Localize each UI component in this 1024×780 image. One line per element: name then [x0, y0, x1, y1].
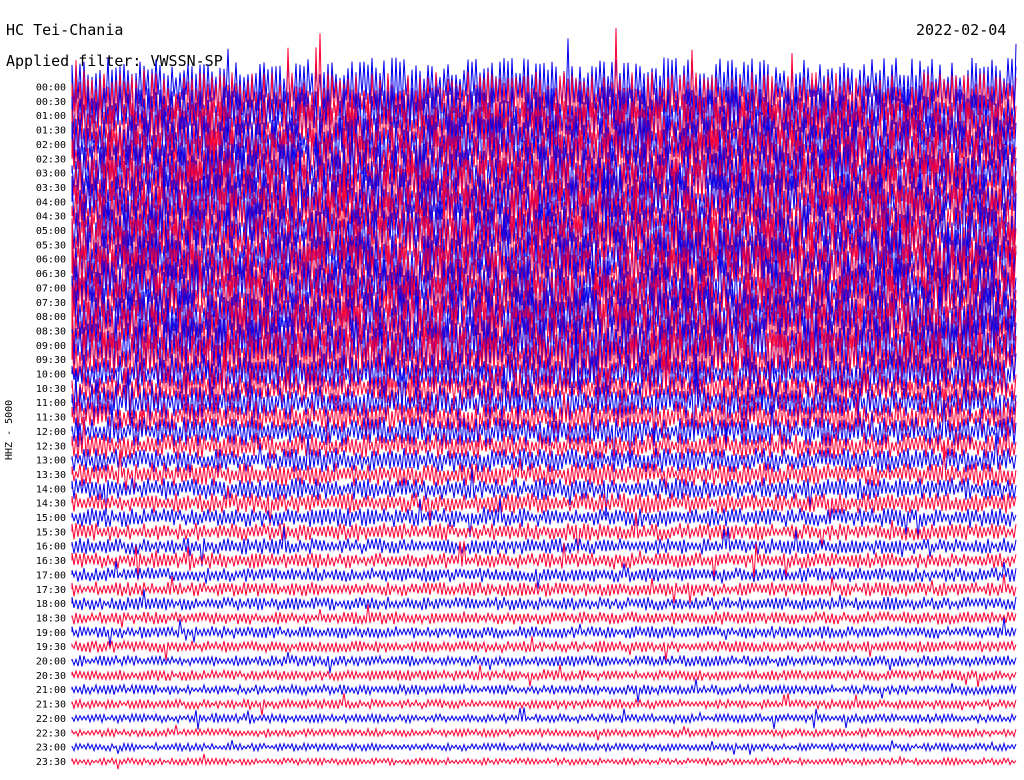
time-label: 15:30 [36, 527, 66, 538]
time-label: 19:30 [36, 642, 66, 653]
time-label: 00:00 [36, 83, 66, 94]
time-label: 17:30 [36, 585, 66, 596]
time-label: 21:00 [36, 685, 66, 696]
time-label: 14:30 [36, 499, 66, 510]
time-label: 06:00 [36, 255, 66, 266]
time-label: 04:30 [36, 212, 66, 223]
time-label: 03:00 [36, 169, 66, 180]
time-label: 18:30 [36, 613, 66, 624]
time-label: 12:30 [36, 441, 66, 452]
time-label: 16:30 [36, 556, 66, 567]
time-label: 22:00 [36, 714, 66, 725]
time-label: 18:00 [36, 599, 66, 610]
time-label: 16:00 [36, 542, 66, 553]
time-label: 13:00 [36, 456, 66, 467]
time-label: 05:30 [36, 240, 66, 251]
trace-line-1930 [71, 635, 1017, 661]
time-label: 15:00 [36, 513, 66, 524]
time-label: 20:30 [36, 671, 66, 682]
time-label: 00:30 [36, 97, 66, 108]
time-label: 19:00 [36, 628, 66, 639]
time-label: 04:00 [36, 197, 66, 208]
time-label-group: 00:00 00:30 01:00 01:30 02:00 02:30 03:00 03:30… [36, 83, 66, 768]
time-label: 11:30 [36, 413, 66, 424]
trace-line-2130 [71, 692, 1017, 716]
time-label: 23:00 [36, 743, 66, 754]
time-label: 05:00 [36, 226, 66, 237]
time-label: 03:30 [36, 183, 66, 194]
time-label: 23:30 [36, 757, 66, 768]
time-label: 02:00 [36, 140, 66, 151]
time-label: 10:30 [36, 384, 66, 395]
time-label: 22:30 [36, 728, 66, 739]
helicorder-plot: 00:00 00:30 01:00 01:30 02:00 02:30 03:00 03:30… [36, 27, 1017, 770]
time-label: 01:30 [36, 126, 66, 137]
time-label: 21:30 [36, 700, 66, 711]
time-label: 01:00 [36, 111, 66, 122]
time-label: 11:00 [36, 398, 66, 409]
time-label: 17:00 [36, 570, 66, 581]
trace-line-2030 [71, 664, 1017, 688]
time-label: 09:30 [36, 355, 66, 366]
time-label: 13:30 [36, 470, 66, 481]
trace-line-2230 [71, 724, 1017, 741]
trace-line-2200 [71, 707, 1017, 730]
trace-group [71, 27, 1017, 770]
time-label: 14:00 [36, 484, 66, 495]
time-label: 07:30 [36, 298, 66, 309]
time-label: 09:00 [36, 341, 66, 352]
time-label: 08:30 [36, 326, 66, 337]
trace-line-2100 [71, 678, 1017, 703]
time-label: 12:00 [36, 427, 66, 438]
time-label: 06:30 [36, 269, 66, 280]
trace-line-2300 [71, 739, 1017, 755]
time-label: 10:00 [36, 370, 66, 381]
time-label: 08:00 [36, 312, 66, 323]
time-label: 07:00 [36, 283, 66, 294]
time-label: 20:00 [36, 657, 66, 668]
time-label: 02:30 [36, 154, 66, 165]
trace-line-2330 [71, 753, 1017, 770]
